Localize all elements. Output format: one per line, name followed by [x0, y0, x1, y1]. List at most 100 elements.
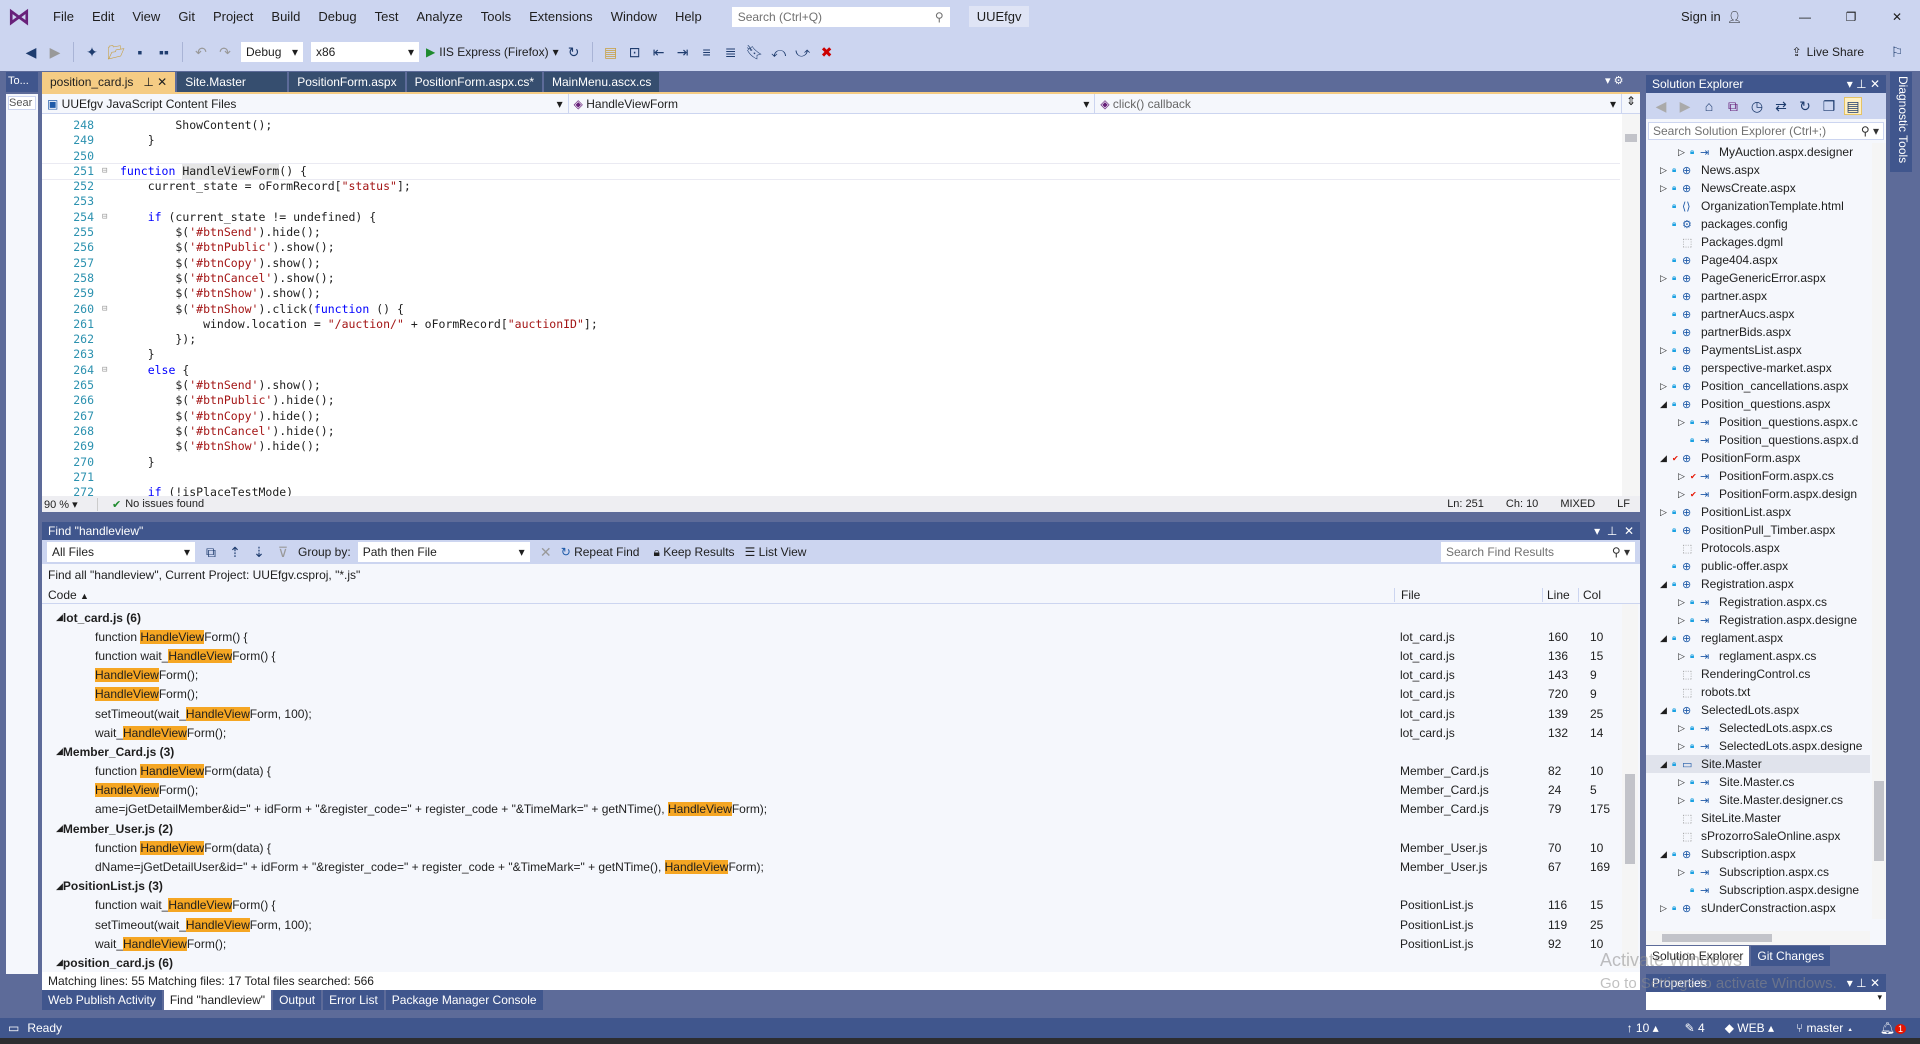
result-row[interactable]: function wait_HandleViewForm() {Position… [42, 896, 1640, 915]
minimize-button[interactable]: — [1782, 10, 1828, 24]
expand-icon[interactable]: ▷ [1678, 417, 1690, 428]
expand-icon[interactable]: ▷ [1660, 507, 1672, 518]
tree-item[interactable]: 🔒︎ ⊕ partnerAucs.aspx [1646, 305, 1870, 323]
result-row[interactable]: dName=jGetDetailUser&id=" + idForm + "&r… [42, 857, 1640, 876]
expand-icon[interactable]: ▷ [1678, 471, 1690, 482]
result-group[interactable]: ◢ position_card.js (6) [42, 953, 1640, 972]
collapse-all-icon[interactable]: ❐ [1820, 97, 1838, 115]
sign-in-link[interactable]: Sign in [1681, 9, 1721, 24]
close-icon[interactable]: ⊥ ✕ [143, 72, 167, 92]
doc-tab[interactable]: PositionForm.aspx [289, 72, 405, 92]
bottom-tab[interactable]: Error List [323, 990, 384, 1010]
tree-item[interactable]: ◢ ✔ ⊕ PositionForm.aspx [1646, 449, 1870, 467]
tree-item[interactable]: ▷ 🔒︎ ⇥ SelectedLots.aspx.designe [1646, 737, 1870, 755]
next-result-icon[interactable]: ⇣ [250, 543, 268, 561]
zoom-select[interactable]: 90 % ▾ [42, 497, 98, 511]
menu-help[interactable]: Help [666, 9, 711, 24]
tree-item[interactable]: ▷ 🔒︎ ⇥ SelectedLots.aspx.cs [1646, 719, 1870, 737]
expand-icon[interactable]: ◢ [56, 881, 63, 892]
menu-build[interactable]: Build [262, 9, 309, 24]
clear-filter-icon[interactable]: ⊽ [274, 543, 292, 561]
close-button[interactable]: ✕ [1874, 10, 1920, 24]
bottom-tab[interactable]: Web Publish Activity [42, 990, 162, 1010]
tree-item[interactable]: ▷ 🔒︎ ⊕ News.aspx [1646, 161, 1870, 179]
tree-item[interactable]: ▷ 🔒︎ ⊕ NewsCreate.aspx [1646, 179, 1870, 197]
tree-item[interactable]: 🔒︎ ⇥ Position_questions.aspx.d [1646, 431, 1870, 449]
tab-overflow-icon[interactable]: ▾ ⚙ [1605, 74, 1623, 87]
sync-icon[interactable]: ⇄ [1772, 97, 1790, 115]
tree-item[interactable]: 🔒︎ ⊕ public-offer.aspx [1646, 557, 1870, 575]
doc-tab[interactable]: MainMenu.ascx.cs [543, 72, 660, 92]
tree-item[interactable]: ▷ 🔒︎ ⇥ Site.Master.cs [1646, 773, 1870, 791]
result-row[interactable]: HandleViewForm(); lot_card.js 143 9 [42, 666, 1640, 685]
branch-selector[interactable]: ⑂ master ▴ [1796, 1021, 1854, 1035]
tree-item[interactable]: ▷ 🔒︎ ⊕ PositionList.aspx [1646, 503, 1870, 521]
tree-item[interactable]: ⬚ Packages.dgml [1646, 233, 1870, 251]
bottom-tab[interactable]: Find "handleview" [163, 990, 272, 1010]
doc-tab[interactable]: Site.Master [177, 72, 288, 92]
result-group[interactable]: ◢ Member_User.js (2) [42, 819, 1640, 838]
indent-icon[interactable]: ⇥ [674, 43, 692, 61]
home-icon[interactable]: ⌂ [1700, 97, 1718, 115]
close-icon[interactable]: ✕ [1870, 976, 1880, 990]
menu-project[interactable]: Project [204, 9, 262, 24]
result-row[interactable]: function HandleViewForm(data) {Member_Ca… [42, 762, 1640, 781]
tree-item[interactable]: ▷ 🔒︎ ⇥ reglament.aspx.cs [1646, 647, 1870, 665]
forward-icon[interactable]: ▶ [46, 43, 64, 61]
bottom-tab[interactable]: Package Manager Console [385, 990, 543, 1010]
configuration-select[interactable]: Debug ▾ [240, 41, 304, 63]
previous-result-icon[interactable]: ⇡ [226, 543, 244, 561]
result-row[interactable]: wait_HandleViewForm(); lot_card.js 132 14 [42, 723, 1640, 742]
run-button[interactable]: ▶ IIS Express (Firefox) ▾ [426, 45, 559, 59]
platform-select[interactable]: x86 ▾ [310, 41, 420, 63]
result-row[interactable]: function HandleViewForm() {lot_card.js 16… [42, 627, 1640, 646]
expand-icon[interactable]: ◢ [56, 823, 63, 834]
comment-icon[interactable]: ≡ [698, 43, 716, 61]
pin-icon[interactable]: ⊥ [1856, 77, 1866, 91]
pin-icon[interactable]: ⊥ [1607, 524, 1617, 538]
tree-item[interactable]: ⬚ Protocols.aspx [1646, 539, 1870, 557]
dropdown-icon[interactable]: ▾ [1594, 524, 1600, 538]
expand-icon[interactable]: ◢ [56, 957, 63, 968]
menu-view[interactable]: View [123, 9, 169, 24]
menu-edit[interactable]: Edit [83, 9, 123, 24]
notifications-button[interactable]: 🔔︎ 1 [1880, 1021, 1906, 1035]
close-icon[interactable]: ✕ [1624, 524, 1634, 538]
tree-item[interactable]: ▷ 🔒︎ ⇥ Registration.aspx.designe [1646, 611, 1870, 629]
result-row[interactable]: setTimeout(wait_HandleViewForm, 100); Pos… [42, 915, 1640, 934]
issues-status[interactable]: No issues found [125, 498, 204, 510]
line-ending-indicator[interactable]: LF [1617, 498, 1630, 510]
result-group[interactable]: ◢ Member_Card.js (3) [42, 742, 1640, 761]
results-scrollbar[interactable] [1622, 604, 1638, 968]
expand-icon[interactable]: ▷ [1678, 651, 1690, 662]
repeat-find-button[interactable]: ↻ Repeat Find [561, 545, 640, 559]
pending-changes[interactable]: ✎ 4 [1685, 1021, 1705, 1035]
screenshot-icon[interactable]: ⊡ [626, 43, 644, 61]
redo-icon[interactable]: ↷ [216, 43, 234, 61]
tree-item[interactable]: ▷ ✔ ⇥ PositionForm.aspx.design [1646, 485, 1870, 503]
file-column-header[interactable]: File [1394, 587, 1542, 602]
tree-item[interactable]: 🔒︎ ⊕ perspective-market.aspx [1646, 359, 1870, 377]
result-row[interactable]: ame=jGetDetailMember&id=" + idForm + "&r… [42, 800, 1640, 819]
restore-button[interactable]: ❐ [1828, 10, 1874, 24]
back-icon[interactable]: ◀ [22, 43, 40, 61]
expand-icon[interactable]: ▷ [1678, 777, 1690, 788]
prev-bookmark-icon[interactable]: ⤺ [770, 43, 788, 61]
copy-icon[interactable]: ⧉ [202, 543, 220, 561]
expand-icon[interactable]: ▷ [1660, 345, 1672, 356]
menu-file[interactable]: File [44, 9, 83, 24]
tree-item[interactable]: ▷ 🔒︎ ⊕ Position_cancellations.aspx [1646, 377, 1870, 395]
tree-item[interactable]: ▷ 🔒︎ ⊕ PageGenericError.aspx [1646, 269, 1870, 287]
menu-extensions[interactable]: Extensions [520, 9, 602, 24]
member-dropdown[interactable]: ◈ HandleViewForm ▾ [569, 94, 1096, 113]
new-project-icon[interactable]: ✦ [83, 43, 101, 61]
expand-icon[interactable]: ▷ [1660, 381, 1672, 392]
bottom-tab[interactable]: Output [273, 990, 322, 1010]
diagnostic-tools-tab[interactable]: Diagnostic Tools [1890, 72, 1912, 172]
split-icon[interactable]: ⇕ [1622, 94, 1640, 113]
result-row[interactable]: HandleViewForm(); lot_card.js 720 9 [42, 685, 1640, 704]
tree-item[interactable]: ▷ 🔒︎ ⇥ Position_questions.aspx.c [1646, 413, 1870, 431]
collapse-icon[interactable]: ◢ [1660, 705, 1672, 716]
expand-icon[interactable]: ▷ [1678, 489, 1690, 500]
tree-item[interactable]: ◢ 🔒︎ ⊕ Subscription.aspx [1646, 845, 1870, 863]
